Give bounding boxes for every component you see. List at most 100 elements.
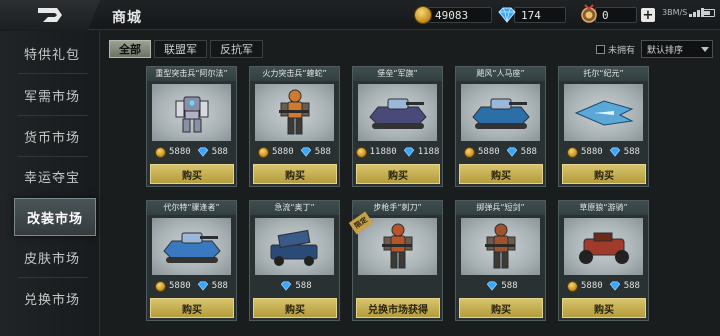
buy-button[interactable]: 购买: [562, 164, 646, 184]
coin-icon: [355, 146, 367, 158]
item-price: 588: [250, 279, 339, 293]
item-price: 5880 588: [250, 145, 339, 159]
coin-icon: [567, 146, 579, 158]
buy-button[interactable]: 购买: [150, 164, 234, 184]
sidebar-item-exchange-market[interactable]: 兑换市场: [10, 281, 94, 315]
soldier-icon: [255, 84, 334, 141]
grenadier-icon: [461, 218, 540, 275]
sort-value: 默认排序: [647, 45, 684, 56]
item-price: 5880 588: [147, 279, 236, 293]
item-card[interactable]: 代尔特“骤逢者” 5880 588 购买: [146, 200, 237, 321]
item-card[interactable]: 草原狼“游骑” 5880 588 购买: [558, 200, 649, 321]
battery-icon: [701, 9, 715, 17]
shop-content: 全部 联盟军 反抗军 未拥有 默认排序 重型突击兵“阿尔法” 5880 588 购买火…: [101, 31, 720, 336]
item-card[interactable]: 托尔“纪元” 5880 588 购买: [558, 66, 649, 187]
buy-button[interactable]: 购买: [562, 298, 646, 318]
item-title: 急流“奥丁”: [250, 201, 339, 215]
item-price: 588: [456, 279, 545, 293]
tab-all[interactable]: 全部: [109, 40, 151, 58]
gem-icon: [197, 147, 209, 157]
divider: [18, 115, 88, 116]
add-currency-button[interactable]: +: [641, 8, 655, 23]
item-card[interactable]: 飓风“人马座” 5880 588 购买: [455, 66, 546, 187]
jet-icon: [564, 84, 643, 141]
gem-price: 1188: [417, 147, 440, 157]
coin-balance: 49083: [414, 5, 492, 25]
buy-button[interactable]: 购买: [459, 164, 543, 184]
sidebar-item-skin-market[interactable]: 皮肤市场: [10, 240, 94, 274]
fortress-tank-icon: [358, 84, 437, 141]
gem-price: 588: [623, 281, 640, 291]
exchange-source-button[interactable]: 兑换市场获得: [356, 298, 440, 318]
sidebar-item-mod-market[interactable]: 改装市场: [14, 198, 96, 236]
item-card[interactable]: 掷弹兵“短剑” 588 购买: [455, 200, 546, 321]
buy-button[interactable]: 购买: [253, 298, 337, 318]
divider: [18, 277, 88, 278]
sidebar: 特供礼包 军需市场 货币市场 幸运夺宝 改装市场 皮肤市场 兑换市场: [0, 31, 100, 336]
blue-tank-icon: [152, 218, 231, 275]
gem-icon: [506, 147, 518, 157]
divider: [18, 156, 88, 157]
sidebar-item-special-packs[interactable]: 特供礼包: [10, 36, 94, 70]
item-price: 5880 588: [559, 279, 648, 293]
divider: [18, 73, 88, 74]
rifleman-icon: [358, 218, 437, 275]
coin-price: 5880: [169, 281, 191, 291]
item-title: 托尔“纪元”: [559, 67, 648, 81]
tab-resistance[interactable]: 反抗军: [210, 40, 263, 58]
sidebar-item-lucky-draw[interactable]: 幸运夺宝: [10, 159, 94, 193]
back-button[interactable]: [0, 0, 100, 30]
unowned-label: 未拥有: [608, 46, 636, 56]
gem-icon: [497, 7, 517, 23]
gem-price: 588: [211, 281, 228, 291]
coin-price: 5880: [272, 147, 294, 157]
item-card[interactable]: 堡垒“军旗” 11880 1188 购买: [352, 66, 443, 187]
item-price: [353, 279, 442, 293]
gem-icon: [280, 281, 292, 291]
item-title: 掷弹兵“短剑”: [456, 201, 545, 215]
page-title: 商城: [112, 10, 142, 26]
item-card[interactable]: 步枪手“刺刀” 限定 兑换市场获得: [348, 200, 443, 321]
item-price: 5880 588: [456, 145, 545, 159]
coin-icon: [414, 6, 432, 24]
item-title: 代尔特“骤逢者”: [147, 201, 236, 215]
coin-price: 5880: [581, 147, 603, 157]
coin-icon: [567, 280, 579, 292]
network-speed: 3BM/S: [662, 8, 688, 17]
buy-button[interactable]: 购买: [459, 298, 543, 318]
gem-balance: 174: [497, 5, 566, 25]
item-card[interactable]: 重型突击兵“阿尔法” 5880 588 购买: [146, 66, 237, 187]
gem-icon: [300, 147, 312, 157]
sidebar-item-military-market[interactable]: 军需市场: [10, 78, 94, 112]
coin-icon: [155, 146, 167, 158]
tab-alliance[interactable]: 联盟军: [154, 40, 207, 58]
gem-icon: [197, 281, 209, 291]
item-card[interactable]: 火力突击兵“蝰蛇” 5880 588 购买: [249, 66, 340, 187]
gem-amount: 174: [514, 7, 566, 23]
sidebar-item-currency-market[interactable]: 货币市场: [10, 119, 94, 153]
item-title: 重型突击兵“阿尔法”: [147, 67, 236, 81]
coin-icon: [155, 280, 167, 292]
hover-tank-icon: [461, 84, 540, 141]
gem-price: 588: [501, 281, 518, 291]
gem-price: 588: [623, 147, 640, 157]
item-price: 11880 1188: [353, 145, 442, 159]
buy-button[interactable]: 购买: [356, 164, 440, 184]
faction-tabs: 全部 联盟军 反抗军: [109, 40, 263, 58]
unowned-checkbox[interactable]: [596, 45, 605, 54]
gem-price: 588: [314, 147, 331, 157]
red-buggy-icon: [564, 218, 643, 275]
chevron-down-icon: [701, 47, 709, 52]
back-logo-icon: [38, 8, 62, 22]
sort-dropdown[interactable]: 默认排序: [641, 40, 713, 58]
medal-icon: [580, 3, 598, 27]
gem-price: 588: [295, 281, 312, 291]
mech-robot-icon: [152, 84, 231, 141]
buy-button[interactable]: 购买: [253, 164, 337, 184]
coin-icon: [464, 146, 476, 158]
unowned-filter[interactable]: 未拥有: [596, 43, 635, 56]
item-card[interactable]: 急流“奥丁” 588 购买: [249, 200, 340, 321]
buy-button[interactable]: 购买: [150, 298, 234, 318]
gem-icon: [486, 281, 498, 291]
item-title: 堡垒“军旗”: [353, 67, 442, 81]
